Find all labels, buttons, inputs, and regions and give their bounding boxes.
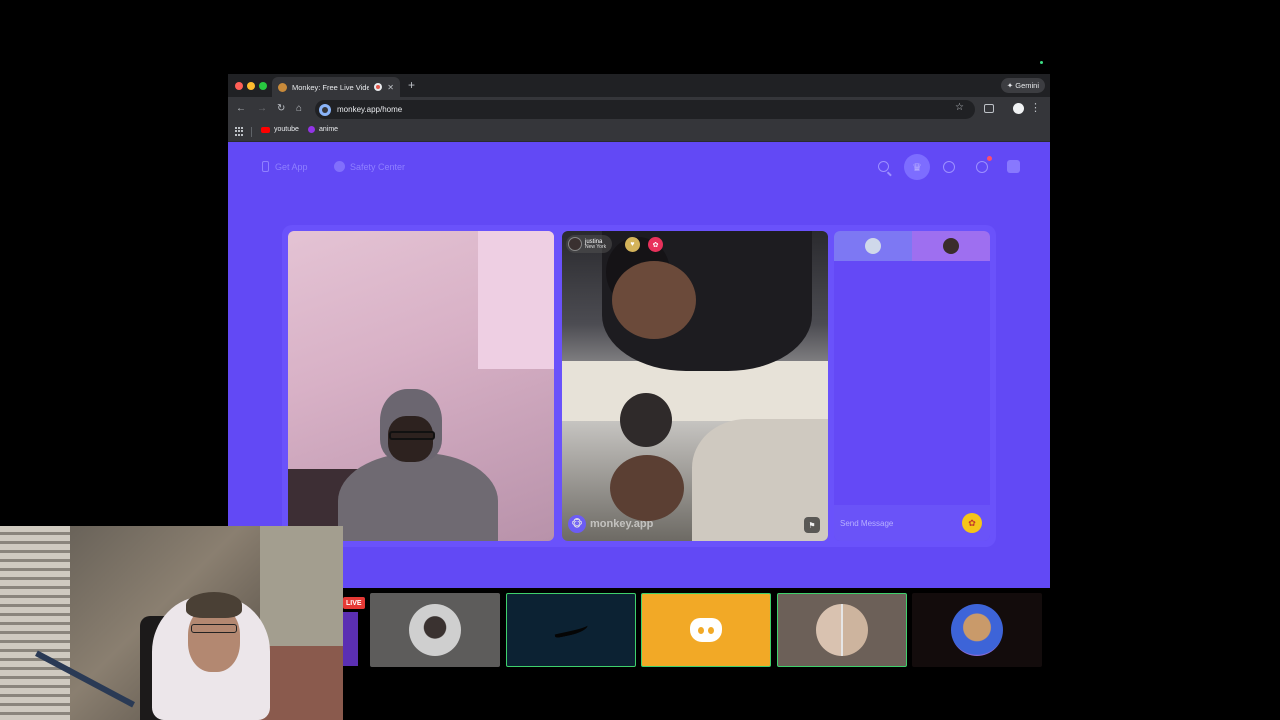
local-video-feed <box>288 231 554 541</box>
avatar <box>943 238 959 254</box>
monkey-favicon-icon <box>278 82 287 92</box>
nike-logo-icon <box>553 621 589 639</box>
watermark-text: monkey.app <box>590 518 654 530</box>
profile-avatar[interactable] <box>1013 103 1024 114</box>
avatar <box>865 238 881 254</box>
remote-video-feed: justina New York ♥ ✿ 🐵 monkey.app ⚑ <box>562 231 828 541</box>
chat-participant-tabs <box>834 231 990 261</box>
message-input[interactable]: Send Message <box>840 519 962 528</box>
remote-friend-face <box>620 393 672 447</box>
tab-monkey[interactable]: Monkey: Free Live Video ✕ <box>272 77 400 97</box>
tab-close-icon[interactable]: ✕ <box>387 83 394 92</box>
remote-friend-face <box>610 455 684 521</box>
folder-icon <box>308 126 315 133</box>
report-button[interactable]: ⚑ <box>804 517 820 533</box>
window-blinds <box>0 526 70 720</box>
gift-icon[interactable] <box>1007 160 1020 173</box>
browser-menu-icon[interactable]: ⋮ <box>1030 101 1041 114</box>
bookmark-youtube[interactable]: youtube <box>261 126 299 133</box>
streamer-glasses <box>191 624 237 633</box>
heart-icon[interactable]: ♥ <box>625 237 640 252</box>
background-wall <box>260 526 343 646</box>
bookmarks-bar: youtube anime <box>228 122 1050 142</box>
monkey-watermark: 🐵 monkey.app <box>568 515 653 533</box>
monkey-page: Get App Safety Center ♛ justina New York… <box>228 142 1050 588</box>
avatar-icon <box>951 604 1003 656</box>
home-icon[interactable]: ⌂ <box>296 103 302 114</box>
nike-tile <box>506 593 636 667</box>
get-app-label: Get App <box>275 161 308 172</box>
background-board <box>478 231 554 369</box>
bookmark-anime[interactable]: anime <box>308 126 338 133</box>
streamer-hair <box>186 592 242 618</box>
back-icon[interactable]: ← <box>236 103 246 114</box>
address-toolbar: ← → ↻ ⌂ monkey.app/home ☆ ⋮ <box>228 97 1050 122</box>
new-tab-button[interactable]: + <box>408 78 415 92</box>
monkey-logo-icon: 🐵 <box>568 515 586 533</box>
youtube-icon <box>261 126 270 133</box>
avatar-icon <box>409 604 461 656</box>
discord-tile <box>641 593 771 667</box>
reload-icon[interactable]: ↻ <box>277 103 285 114</box>
indicator-dot <box>1040 61 1043 64</box>
gemini-button[interactable]: ✦ Gemini <box>1000 78 1045 93</box>
video-chat-panel: justina New York ♥ ✿ 🐵 monkey.app ⚑ Send… <box>282 225 996 547</box>
url-bar[interactable]: monkey.app/home <box>315 100 975 119</box>
browser-window: Monkey: Free Live Video ✕ + ✦ Gemini ← →… <box>228 74 1050 588</box>
local-user-glasses <box>389 431 435 440</box>
remote-user-tag[interactable]: justina New York <box>566 235 613 253</box>
monkey-avatar-tile <box>912 593 1042 667</box>
send-gift-button[interactable]: ✿ <box>962 513 982 533</box>
live-badge: LIVE <box>343 597 365 609</box>
bookmark-label: youtube <box>274 126 299 133</box>
profile-avatar-tile <box>370 593 500 667</box>
close-window-button[interactable] <box>235 82 243 90</box>
discord-logo-icon <box>690 618 722 642</box>
get-app-link[interactable]: Get App <box>262 161 308 172</box>
forward-icon[interactable]: → <box>257 103 267 114</box>
recording-icon <box>374 83 383 91</box>
apps-grid-icon[interactable] <box>235 127 244 136</box>
remote-user-location: New York <box>585 243 607 250</box>
live-tile-edge <box>343 612 358 666</box>
bookmark-star-icon[interactable]: ☆ <box>955 102 964 113</box>
chat-panel: Send Message ✿ <box>834 231 990 541</box>
maximize-window-button[interactable] <box>259 82 267 90</box>
tab-title: Monkey: Free Live Video <box>292 82 370 92</box>
local-user-body <box>338 453 498 541</box>
extensions-icon[interactable] <box>984 104 994 113</box>
url-text[interactable]: monkey.app/home <box>337 105 402 114</box>
notification-badge <box>987 156 992 161</box>
minimize-window-button[interactable] <box>247 82 255 90</box>
avatar-icon <box>816 604 868 656</box>
bookmarks-divider <box>251 127 252 137</box>
remote-user-face <box>612 261 696 339</box>
tab-participant-remote[interactable] <box>912 231 990 261</box>
message-composer: Send Message ✿ <box>834 505 990 541</box>
shield-icon <box>334 161 345 172</box>
tab-participant-self[interactable] <box>834 231 912 261</box>
tab-strip: Monkey: Free Live Video ✕ + ✦ Gemini <box>228 74 1050 97</box>
messages-icon[interactable] <box>976 161 988 173</box>
twins-avatar-tile <box>777 593 907 667</box>
gift-icon[interactable]: ✿ <box>648 237 663 252</box>
search-icon[interactable] <box>878 161 889 172</box>
site-info-icon[interactable] <box>319 103 331 116</box>
safety-center-link[interactable]: Safety Center <box>334 161 405 172</box>
safety-center-label: Safety Center <box>350 161 406 172</box>
avatar <box>568 237 582 251</box>
history-clock-icon[interactable] <box>943 161 955 173</box>
bookmark-label: anime <box>319 126 339 133</box>
phone-icon <box>262 161 269 172</box>
premium-crown-button[interactable]: ♛ <box>904 154 930 180</box>
